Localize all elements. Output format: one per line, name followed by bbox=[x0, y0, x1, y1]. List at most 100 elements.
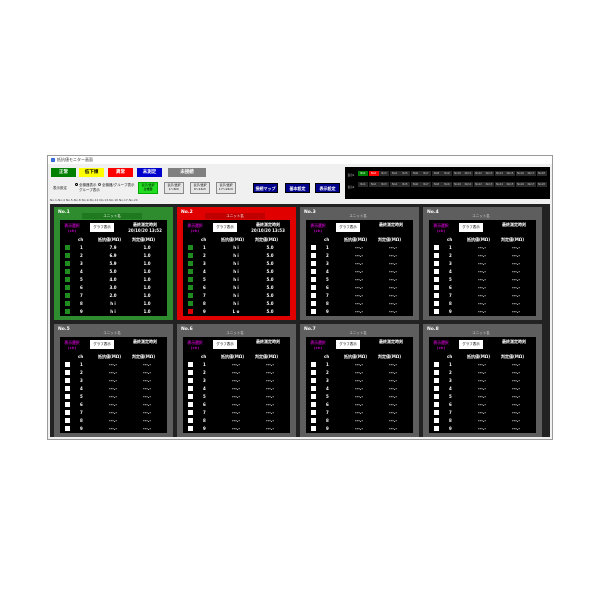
channel-status-indicator[interactable] bbox=[434, 277, 439, 282]
channel-status-indicator[interactable] bbox=[188, 269, 193, 274]
channel-status-indicator[interactable] bbox=[311, 418, 316, 423]
channel-status-indicator[interactable] bbox=[311, 285, 316, 290]
channel-status-indicator[interactable] bbox=[188, 418, 193, 423]
channel-status-indicator[interactable] bbox=[434, 309, 439, 314]
nav-button-1[interactable]: 接続マップ bbox=[253, 183, 278, 193]
channel-status-indicator[interactable] bbox=[188, 253, 193, 258]
channel-status-indicator[interactable] bbox=[65, 277, 70, 282]
channel-status-indicator[interactable] bbox=[188, 386, 193, 391]
channel-status-indicator[interactable] bbox=[434, 362, 439, 367]
channel-status-indicator[interactable] bbox=[311, 301, 316, 306]
filter-button-1[interactable]: 表示/選択 全機器 bbox=[138, 182, 158, 194]
channel-status-indicator[interactable] bbox=[65, 261, 70, 266]
graph-button[interactable]: グラフ表示 bbox=[90, 340, 114, 349]
channel-status-indicator[interactable] bbox=[311, 261, 316, 266]
channel-status-indicator[interactable] bbox=[434, 253, 439, 258]
status-button-5[interactable]: 未接続 bbox=[168, 168, 206, 177]
channel-status-indicator[interactable] bbox=[65, 386, 70, 391]
channel-status-indicator[interactable] bbox=[65, 285, 70, 290]
channel-status-indicator[interactable] bbox=[65, 245, 70, 250]
channel-status-indicator[interactable] bbox=[311, 362, 316, 367]
channel-status-indicator[interactable] bbox=[188, 293, 193, 298]
graph-button[interactable]: グラフ表示 bbox=[213, 223, 237, 232]
channel-status-indicator[interactable] bbox=[188, 301, 193, 306]
channel-status-indicator[interactable] bbox=[65, 394, 70, 399]
channel-status-indicator[interactable] bbox=[65, 362, 70, 367]
channel-status-indicator[interactable] bbox=[311, 245, 316, 250]
nav-button-2[interactable]: 基本設定 bbox=[285, 183, 310, 193]
channel-status-indicator[interactable] bbox=[65, 253, 70, 258]
channel-status-indicator[interactable] bbox=[434, 261, 439, 266]
radio-all-devices[interactable] bbox=[75, 183, 78, 186]
channel-status-indicator[interactable] bbox=[65, 426, 70, 431]
status-button-4[interactable]: 未測定 bbox=[137, 168, 162, 177]
channel-status-indicator[interactable] bbox=[65, 378, 70, 383]
channel-status-indicator[interactable] bbox=[434, 293, 439, 298]
channel-number: 7 bbox=[449, 293, 452, 298]
status-button-2[interactable]: 低下傾 bbox=[79, 168, 104, 177]
channel-status-indicator[interactable] bbox=[188, 309, 193, 314]
channel-status-indicator[interactable] bbox=[311, 394, 316, 399]
channel-status-indicator[interactable] bbox=[434, 418, 439, 423]
channel-status-indicator[interactable] bbox=[434, 426, 439, 431]
unit-name-header: ユニット名 bbox=[328, 213, 388, 219]
channel-status-indicator[interactable] bbox=[311, 410, 316, 415]
channel-status-indicator[interactable] bbox=[434, 301, 439, 306]
channel-status-indicator[interactable] bbox=[65, 301, 70, 306]
channel-status-indicator[interactable] bbox=[188, 261, 193, 266]
page-tabs[interactable]: No.1-No.4 No.5-No.8 No.9-No.12 No.13-No.… bbox=[50, 198, 138, 203]
radio-all-group[interactable] bbox=[98, 183, 101, 186]
channel-status-indicator[interactable] bbox=[65, 370, 70, 375]
channel-status-indicator[interactable] bbox=[434, 370, 439, 375]
graph-button[interactable]: グラフ表示 bbox=[90, 223, 114, 232]
graph-button[interactable]: グラフ表示 bbox=[459, 340, 483, 349]
channel-status-indicator[interactable] bbox=[188, 245, 193, 250]
channel-status-indicator[interactable] bbox=[65, 402, 70, 407]
filter-button-2[interactable]: 表示/選択 1～8ch bbox=[164, 182, 184, 194]
channel-status-indicator[interactable] bbox=[434, 386, 439, 391]
channel-status-indicator[interactable] bbox=[188, 370, 193, 375]
graph-button[interactable]: グラフ表示 bbox=[213, 340, 237, 349]
channel-status-indicator[interactable] bbox=[188, 362, 193, 367]
channel-status-indicator[interactable] bbox=[311, 370, 316, 375]
channel-status-indicator[interactable] bbox=[65, 269, 70, 274]
channel-status-indicator[interactable] bbox=[311, 426, 316, 431]
channel-status-indicator[interactable] bbox=[188, 394, 193, 399]
channel-status-indicator[interactable] bbox=[311, 277, 316, 282]
channel-status-indicator[interactable] bbox=[188, 277, 193, 282]
filter-button-4[interactable]: 表示/選択 17～24ch bbox=[216, 182, 236, 194]
channel-status-indicator[interactable] bbox=[311, 293, 316, 298]
device-panel: No.3 ユニット名 表示選択 (ch) グラフ表示 最終測定時刻 ch 抵抗値(MΩ) 判定値… bbox=[300, 207, 419, 320]
status-button-3[interactable]: 異常 bbox=[108, 168, 133, 177]
channel-status-indicator[interactable] bbox=[65, 418, 70, 423]
channel-status-indicator[interactable] bbox=[311, 309, 316, 314]
channel-status-indicator[interactable] bbox=[434, 245, 439, 250]
channel-status-indicator[interactable] bbox=[311, 269, 316, 274]
channel-status-indicator[interactable] bbox=[434, 410, 439, 415]
channel-status-indicator[interactable] bbox=[311, 378, 316, 383]
channel-status-indicator[interactable] bbox=[65, 293, 70, 298]
resistance-value: ---.- bbox=[108, 418, 118, 423]
channel-status-indicator[interactable] bbox=[434, 269, 439, 274]
channel-status-indicator[interactable] bbox=[188, 285, 193, 290]
channel-status-indicator[interactable] bbox=[65, 309, 70, 314]
graph-button[interactable]: グラフ表示 bbox=[459, 223, 483, 232]
channel-status-indicator[interactable] bbox=[188, 402, 193, 407]
graph-button[interactable]: グラフ表示 bbox=[336, 340, 360, 349]
channel-status-indicator[interactable] bbox=[188, 426, 193, 431]
channel-status-indicator[interactable] bbox=[434, 378, 439, 383]
status-button-1[interactable]: 正常 bbox=[51, 168, 76, 177]
channel-status-indicator[interactable] bbox=[65, 410, 70, 415]
graph-button[interactable]: グラフ表示 bbox=[336, 223, 360, 232]
channel-status-indicator[interactable] bbox=[434, 285, 439, 290]
channel-status-indicator[interactable] bbox=[188, 410, 193, 415]
channel-status-indicator[interactable] bbox=[434, 394, 439, 399]
channel-status-indicator[interactable] bbox=[311, 402, 316, 407]
nav-button-3[interactable]: 表示設定 bbox=[315, 183, 340, 193]
filter-button-3[interactable]: 表示/選択 9～16ch bbox=[190, 182, 210, 194]
channel-status-indicator[interactable] bbox=[311, 253, 316, 258]
resistance-value: h i bbox=[233, 253, 239, 258]
channel-status-indicator[interactable] bbox=[434, 402, 439, 407]
channel-status-indicator[interactable] bbox=[311, 386, 316, 391]
channel-status-indicator[interactable] bbox=[188, 378, 193, 383]
